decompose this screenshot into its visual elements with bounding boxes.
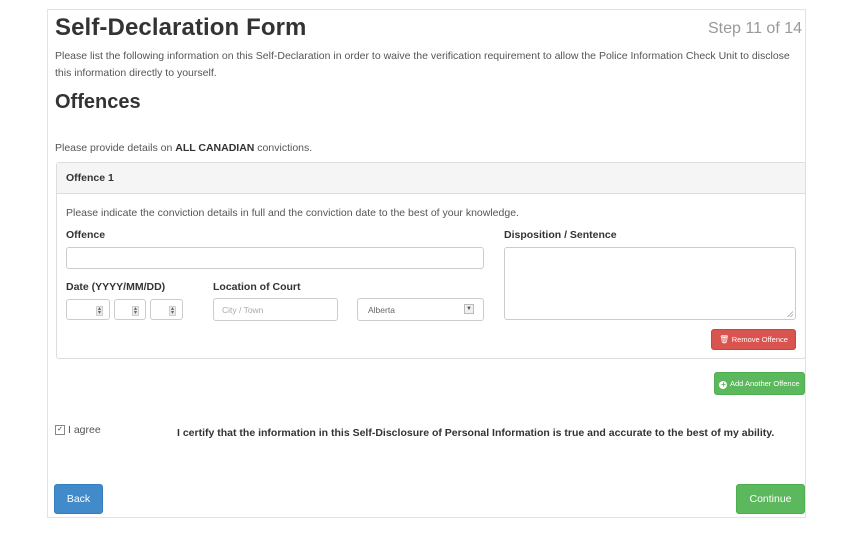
continue-button[interactable]: Continue (736, 484, 805, 514)
offence-input[interactable] (66, 247, 484, 269)
offence-panel-heading: Offence 1 (57, 163, 805, 194)
disposition-label: Disposition / Sentence (504, 229, 617, 241)
location-label: Location of Court (213, 281, 301, 293)
date-label: Date (YYYY/MM/DD) (66, 281, 166, 293)
agree-label: I agree (68, 424, 101, 436)
date-day-input[interactable]: ▴ ▾ (150, 299, 183, 320)
date-year-input[interactable]: ▴ ▾ (66, 299, 110, 320)
form-card: Self-Declaration Form Step 11 of 14 Plea… (47, 9, 806, 518)
offence-panel: Offence 1 Please indicate the conviction… (56, 162, 806, 359)
section-title: Offences (55, 91, 141, 113)
offence-label: Offence (66, 229, 106, 241)
offence-hint: Please indicate the conviction details i… (66, 207, 519, 219)
section-subtitle: Please provide details on ALL CANADIAN c… (55, 142, 312, 154)
province-select[interactable]: Alberta ▼ (357, 298, 484, 321)
page-title: Self-Declaration Form (55, 14, 307, 41)
plus-circle-icon: + (719, 380, 728, 389)
province-selected-value: Alberta (368, 305, 395, 315)
spinner-icon[interactable]: ▴ ▾ (96, 306, 103, 316)
subtitle-suffix: convictions. (254, 142, 313, 154)
date-month-input[interactable]: ▴ ▾ (114, 299, 146, 320)
chevron-down-icon: ▼ (464, 304, 474, 314)
agree-checkbox-row[interactable]: ✓ I agree (55, 424, 101, 436)
remove-offence-label: Remove Offence (731, 335, 788, 344)
resize-handle-icon[interactable] (787, 311, 793, 317)
agree-checkbox[interactable]: ✓ (55, 425, 65, 436)
remove-offence-button[interactable]: 🗑 Remove Offence (711, 329, 796, 350)
intro-text: Please list the following information on… (55, 50, 790, 79)
add-offence-button[interactable]: + Add Another Offence (714, 372, 805, 395)
certify-statement: I certify that the information in this S… (177, 427, 775, 439)
subtitle-emphasis: ALL CANADIAN (175, 142, 255, 154)
back-button[interactable]: Back (54, 484, 103, 514)
spinner-icon[interactable]: ▴ ▾ (132, 306, 139, 316)
spinner-icon[interactable]: ▴ ▾ (169, 306, 176, 316)
subtitle-prefix: Please provide details on (55, 142, 176, 154)
city-input[interactable]: City / Town (213, 298, 338, 321)
add-offence-label: Add Another Offence (730, 379, 800, 388)
trash-icon: 🗑 (719, 335, 730, 344)
city-placeholder: City / Town (222, 305, 264, 315)
step-indicator: Step 11 of 14 (708, 20, 802, 37)
disposition-textarea[interactable] (504, 247, 796, 320)
